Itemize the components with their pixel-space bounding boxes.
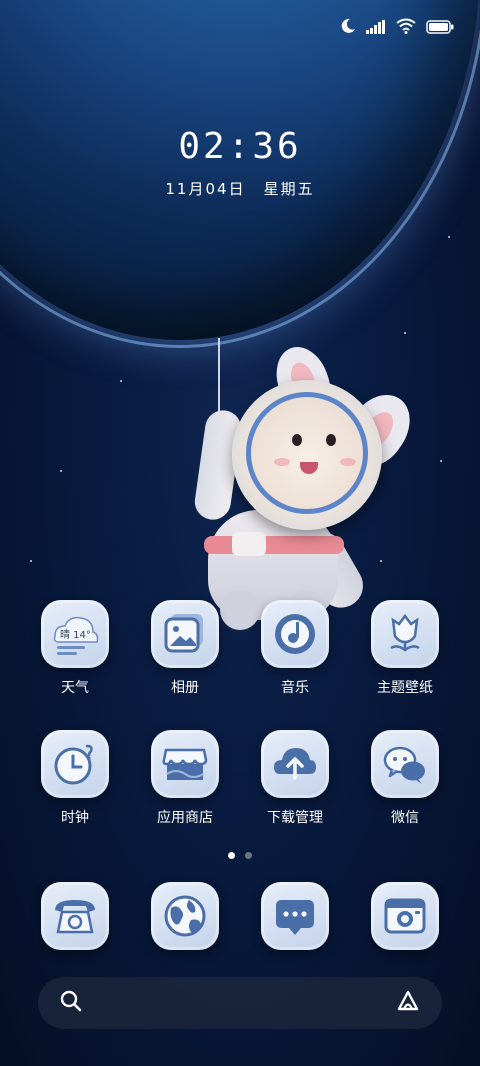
home-clock-time[interactable]: 02:36 (0, 126, 480, 167)
page-dot-1[interactable] (228, 852, 235, 859)
camera-icon (371, 882, 439, 950)
astronaut-bunny-figure (192, 339, 423, 630)
star (404, 332, 406, 334)
star (60, 470, 62, 472)
app-label: 微信 (391, 810, 419, 826)
app-label: 音乐 (281, 680, 309, 696)
dock-browser[interactable] (130, 882, 240, 950)
search-bar[interactable] (38, 977, 442, 1029)
page-dot-2[interactable] (245, 852, 252, 859)
music-icon (261, 600, 329, 668)
dock-phone[interactable] (20, 882, 130, 950)
star (120, 380, 122, 382)
app-wechat[interactable]: 微信 (350, 730, 460, 827)
app-grid-row-1: 晴 14° 天气 相册 音乐 主题壁纸 (20, 600, 460, 697)
gallery-icon (151, 600, 219, 668)
app-music[interactable]: 音乐 (240, 600, 350, 697)
app-weather[interactable]: 晴 14° 天气 (20, 600, 130, 697)
app-label: 应用商店 (157, 810, 213, 826)
wifi-icon (396, 18, 416, 38)
star (440, 460, 442, 462)
browser-icon (151, 882, 219, 950)
moon-icon (340, 18, 356, 38)
weekday-text: 星期五 (263, 180, 315, 198)
star (30, 560, 32, 562)
weather-icon: 晴 14° (41, 600, 109, 668)
app-store-icon (151, 730, 219, 798)
signal-icon (366, 19, 386, 38)
app-download-manager[interactable]: 下载管理 (240, 730, 350, 827)
app-label: 主题壁纸 (377, 680, 433, 696)
app-label: 下载管理 (267, 810, 323, 826)
app-label: 时钟 (61, 810, 89, 826)
clock-icon (41, 730, 109, 798)
messages-icon (261, 882, 329, 950)
app-grid-row-2: 时钟 应用商店 下载管理 微信 (20, 730, 460, 827)
battery-icon (426, 19, 454, 38)
download-icon (261, 730, 329, 798)
app-label: 相册 (171, 680, 199, 696)
wechat-icon (371, 730, 439, 798)
status-bar (340, 18, 454, 38)
search-icon[interactable] (60, 990, 82, 1016)
dock-messages[interactable] (240, 882, 350, 950)
assistant-icon[interactable] (396, 990, 420, 1016)
date-text: 11月04日 (165, 180, 246, 198)
phone-icon (41, 882, 109, 950)
dock-camera[interactable] (350, 882, 460, 950)
planet-glow (0, 0, 480, 348)
app-app-store[interactable]: 应用商店 (130, 730, 240, 827)
home-clock-date[interactable]: 11月04日 星期五 (0, 178, 480, 199)
star (448, 236, 450, 238)
app-label: 天气 (61, 680, 89, 696)
page-indicator[interactable] (0, 852, 480, 859)
app-gallery[interactable]: 相册 (130, 600, 240, 697)
app-themes[interactable]: 主题壁纸 (350, 600, 460, 697)
app-clock[interactable]: 时钟 (20, 730, 130, 827)
themes-icon (371, 600, 439, 668)
weather-text: 晴 14° (60, 628, 91, 641)
dock (20, 882, 460, 950)
